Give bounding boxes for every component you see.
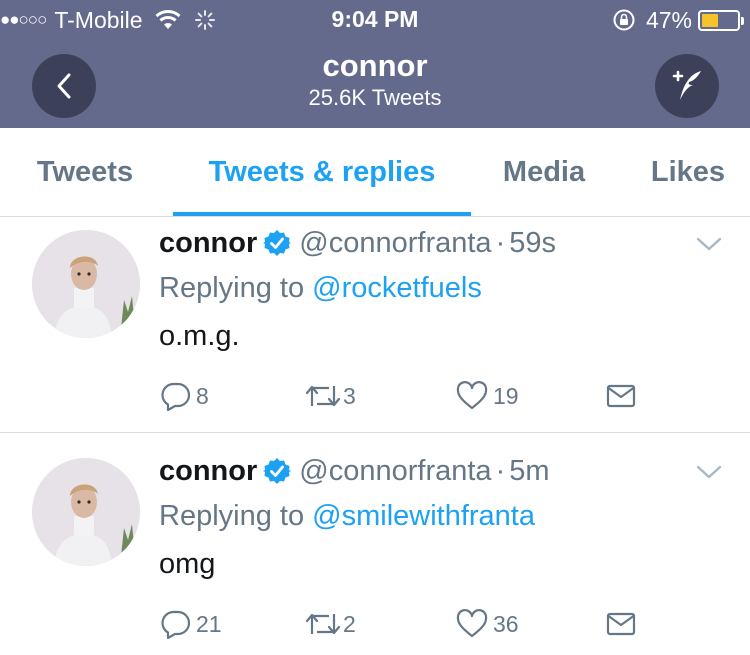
tweet-time: 59s [509, 226, 556, 259]
tweet-actions: 21 2 36 [159, 608, 659, 640]
like-button[interactable]: 36 [456, 608, 519, 640]
envelope-icon [606, 612, 636, 636]
reply-button[interactable]: 21 [161, 608, 222, 640]
avatar-image [32, 458, 140, 566]
retweet-button[interactable]: 2 [305, 608, 356, 640]
separator-dot: · [495, 226, 506, 259]
verified-badge-icon [263, 230, 292, 256]
avatar[interactable] [32, 230, 140, 338]
tab-tweets-and-replies[interactable]: Tweets & replies [173, 128, 471, 216]
retweet-count: 3 [343, 382, 356, 409]
direct-message-button[interactable] [606, 608, 636, 640]
replying-to: Replying to @rocketfuels [159, 272, 482, 305]
reply-count: 21 [196, 610, 222, 637]
reply-mention-link[interactable]: @smilewithfranta [312, 500, 535, 532]
like-count: 19 [493, 382, 519, 409]
tab-likes[interactable]: Likes [647, 128, 729, 216]
author-name[interactable]: connor [159, 455, 257, 488]
battery-icon [698, 9, 744, 31]
profile-title: connor 25.6K Tweets [0, 48, 750, 112]
page-title: connor [322, 48, 428, 83]
heart-icon [456, 381, 488, 410]
retweet-button[interactable]: 3 [305, 380, 356, 412]
reply-count: 8 [196, 382, 209, 409]
separator-dot: · [495, 454, 506, 487]
like-count: 36 [493, 610, 519, 637]
tweet-text: omg [159, 548, 216, 580]
reply-icon [161, 382, 191, 411]
author-handle[interactable]: @connorfranta [299, 455, 491, 488]
compose-tweet-icon [672, 70, 701, 100]
envelope-icon [606, 384, 636, 408]
heart-icon [456, 609, 488, 638]
author-name[interactable]: connor [159, 227, 257, 260]
tweet-count: 25.6K Tweets [308, 85, 442, 110]
retweet-count: 2 [343, 610, 356, 637]
chevron-down-icon[interactable] [695, 463, 723, 481]
status-bar: ●●○○○ T-Mobile 9:04 PM 47% [0, 0, 750, 40]
tab-media[interactable]: Media [495, 128, 593, 216]
verified-badge-icon [263, 458, 292, 484]
replying-prefix: Replying to [159, 500, 305, 532]
profile-header: ●●○○○ T-Mobile 9:04 PM 47% connor 25.6K … [0, 0, 750, 128]
tweet-actions: 8 3 19 [159, 380, 659, 412]
battery-level [702, 13, 718, 27]
reply-mention-link[interactable]: @rocketfuels [312, 272, 482, 304]
avatar[interactable] [32, 458, 140, 566]
active-tab-indicator [173, 212, 471, 216]
tweet-header: connor @connorfranta · 5m [159, 452, 550, 490]
chevron-down-icon[interactable] [695, 235, 723, 253]
reply-button[interactable]: 8 [161, 380, 209, 412]
like-button[interactable]: 19 [456, 380, 519, 412]
tweet-text: o.m.g. [159, 320, 240, 352]
profile-tabs: Tweets Tweets & replies Media Likes [0, 128, 750, 217]
battery-percent: 47% [645, 6, 692, 33]
replying-prefix: Replying to [159, 272, 305, 304]
tweet-header: connor @connorfranta · 59s [159, 224, 556, 262]
tweet-time: 5m [509, 454, 550, 487]
status-right: 47% [612, 6, 744, 34]
reply-icon [161, 610, 191, 639]
retweet-icon [305, 385, 341, 407]
retweet-icon [305, 613, 341, 635]
replying-to: Replying to @smilewithfranta [159, 500, 535, 533]
tweet-divider [0, 432, 750, 433]
author-handle[interactable]: @connorfranta [299, 227, 491, 260]
tab-tweets[interactable]: Tweets [30, 128, 140, 216]
orientation-lock-icon [613, 9, 635, 31]
direct-message-button[interactable] [606, 380, 636, 412]
compose-tweet-button[interactable] [655, 54, 719, 118]
avatar-image [32, 230, 140, 338]
